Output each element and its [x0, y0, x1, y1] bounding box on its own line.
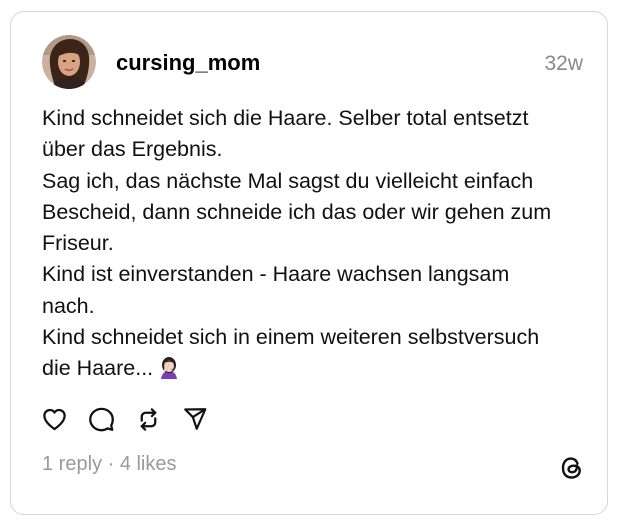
comment-icon — [88, 407, 114, 431]
facepalm-woman-emoji — [157, 355, 181, 388]
like-count[interactable]: 4 likes — [120, 453, 177, 475]
post-text-line: Bescheid, dann schneide ich das oder wir… — [42, 199, 552, 224]
post-stats: 1 reply · 4 likes — [42, 451, 177, 477]
post-text-line: Kind schneidet sich in einem weiteren se… — [42, 325, 540, 350]
avatar[interactable] — [42, 35, 96, 89]
threads-logo[interactable] — [557, 453, 587, 483]
username[interactable]: cursing_mom — [116, 50, 260, 76]
post-body: Kind schneidet sich die Haare. Selber to… — [42, 103, 587, 389]
post-text-line: nach. — [42, 293, 95, 318]
like-button[interactable] — [39, 404, 69, 434]
avatar-image — [42, 35, 96, 89]
post-text-line-last: die Haare... — [42, 353, 587, 388]
heart-icon — [42, 408, 66, 430]
repost-button[interactable] — [133, 404, 163, 434]
reply-count[interactable]: 1 reply — [42, 453, 102, 475]
post-text-line: die Haare... — [42, 356, 154, 381]
stats-separator: · — [102, 453, 120, 475]
threads-logo-icon — [561, 457, 581, 479]
post-text-line: Kind schneidet sich die Haare. Selber to… — [42, 106, 529, 130]
post-text-line: über das Ergebnis. — [42, 137, 223, 162]
repost-icon — [140, 407, 156, 431]
post-text-line: Kind ist einverstanden - Haare wachsen l… — [42, 262, 510, 287]
post-text-line: Friseur. — [42, 231, 114, 256]
post-text-line: Sag ich, das nächste Mal sagst du vielle… — [42, 168, 534, 193]
post-timestamp[interactable]: 32w — [544, 51, 583, 77]
send-icon — [184, 408, 207, 430]
threads-post-card: cursing_mom 32w Kind schneidet sich die … — [10, 11, 608, 515]
share-button[interactable] — [180, 404, 210, 434]
comment-button[interactable] — [86, 404, 116, 434]
